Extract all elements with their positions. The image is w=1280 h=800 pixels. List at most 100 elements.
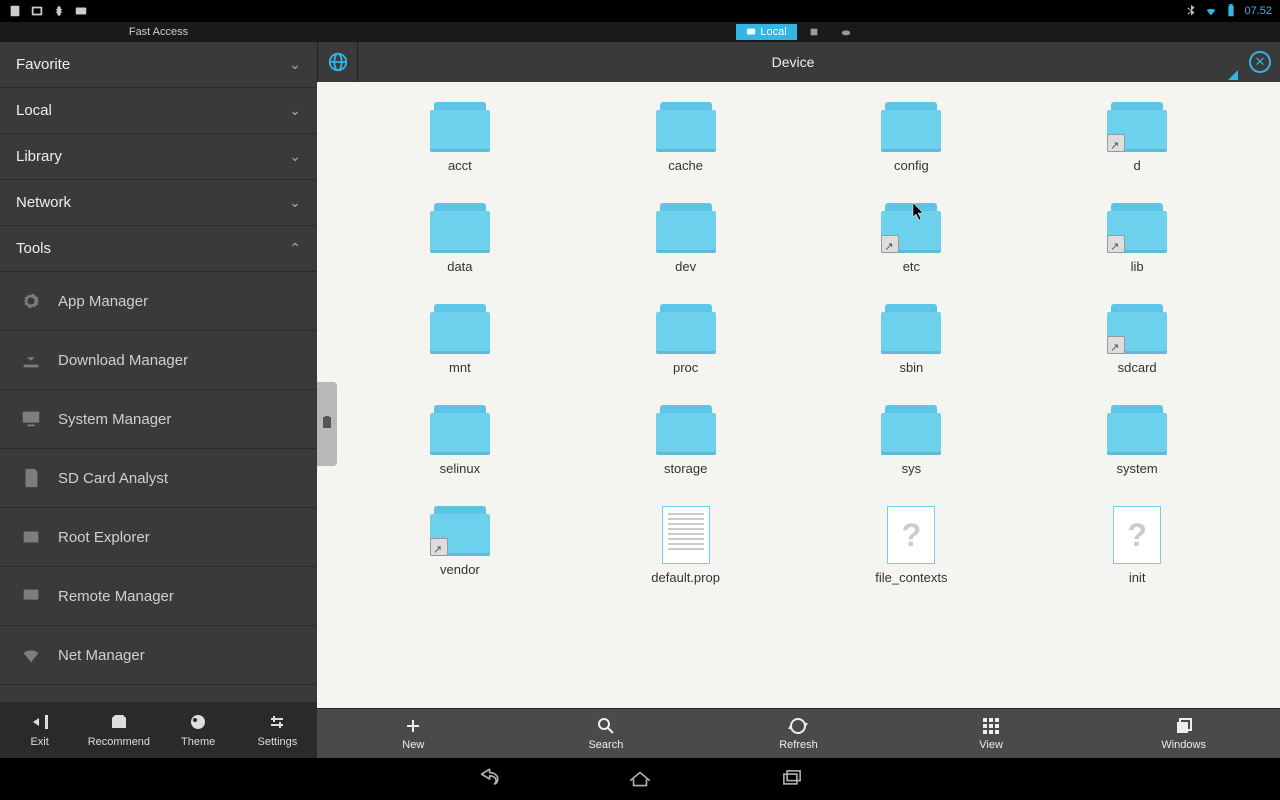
file-item[interactable]: config [809,102,1015,173]
file-item[interactable]: ? file_contexts [809,506,1015,585]
tool-system-manager[interactable]: System Manager [0,390,317,449]
section-label: Tools [16,240,51,257]
tool-net-manager[interactable]: Net Manager [0,626,317,685]
folder-icon [656,405,716,455]
nav-recent[interactable] [776,763,808,795]
android-nav-bar [0,758,1280,800]
path-bar: Device ✕ [317,42,1280,82]
view-button[interactable]: View [895,709,1088,758]
close-button[interactable]: ✕ [1240,42,1280,82]
file-label: selinux [440,461,480,476]
file-item[interactable]: d [1034,102,1240,173]
file-item[interactable]: etc [809,203,1015,274]
chevron-down-icon: ⌄ [289,148,301,165]
sidebar-drag-handle[interactable] [317,382,337,466]
file-item[interactable]: sys [809,405,1015,476]
sidebar-section-library[interactable]: Library ⌄ [0,134,317,180]
refresh-button[interactable]: Refresh [702,709,895,758]
file-label: system [1117,461,1158,476]
search-button[interactable]: Search [510,709,703,758]
tool-label: Root Explorer [58,529,150,546]
android-status-bar: 07.52 [0,0,1280,22]
theme-icon [188,712,208,732]
tool-sd-card-analyst[interactable]: SD Card Analyst [0,449,317,508]
chevron-down-icon: ⌄ [289,56,301,73]
file-item[interactable]: vendor [357,506,563,585]
folder-icon [1107,102,1167,152]
path-title[interactable]: Device [358,54,1228,70]
file-label: dev [675,259,696,274]
file-item[interactable]: selinux [357,405,563,476]
windows-button[interactable]: Windows [1087,709,1280,758]
file-item[interactable]: cache [583,102,789,173]
device-icon[interactable] [318,42,358,82]
sidebar-section-favorite[interactable]: Favorite⌄ [0,42,317,88]
sidebar-exit-button[interactable]: Exit [0,702,79,758]
file-label: storage [664,461,707,476]
file-label: acct [448,158,472,173]
system-icon [20,408,42,430]
sidebar: Favorite⌄Local⌄Library⌄Network⌄Tools⌃ Ap… [0,42,317,758]
sidebar-recommend-button[interactable]: Recommend [79,702,158,758]
root-icon [20,526,42,548]
view-icon [981,716,1001,736]
folder-icon [430,203,490,253]
file-label: sys [902,461,922,476]
file-label: file_contexts [875,570,947,585]
button-label: Recommend [88,736,150,748]
tab-cloud[interactable] [831,24,861,40]
path-dropdown-icon[interactable] [1228,42,1240,82]
file-item[interactable]: sbin [809,304,1015,375]
tool-label: System Manager [58,411,171,428]
tool-remote-manager[interactable]: Remote Manager [0,567,317,626]
document-icon [662,506,710,564]
file-item[interactable]: sdcard [1034,304,1240,375]
file-label: etc [903,259,920,274]
tool-download-manager[interactable]: Download Manager [0,331,317,390]
tab-local[interactable]: Local [736,24,796,40]
sidebar-settings-button[interactable]: Settings [238,702,317,758]
nav-home[interactable] [624,763,656,795]
file-label: d [1134,158,1141,173]
file-item[interactable]: lib [1034,203,1240,274]
folder-icon [881,102,941,152]
file-item[interactable]: dev [583,203,789,274]
status-icon [74,4,88,18]
recommend-icon [109,712,129,732]
file-item[interactable]: data [357,203,563,274]
file-item[interactable]: proc [583,304,789,375]
folder-icon [656,304,716,354]
tab-bar: Fast Access Local [0,22,1280,42]
file-item[interactable]: default.prop [583,506,789,585]
section-label: Library [16,148,62,165]
file-item[interactable]: acct [357,102,563,173]
status-icon [52,4,66,18]
file-label: cache [668,158,703,173]
tool-app-manager[interactable]: App Manager [0,272,317,331]
new-button[interactable]: New [317,709,510,758]
sidebar-section-local[interactable]: Local ⌄ [0,88,317,134]
button-label: New [402,739,424,751]
chevron-down-icon: ⌄ [289,102,301,119]
folder-icon [430,506,490,556]
tab-secondary[interactable] [799,24,829,40]
file-item[interactable]: mnt [357,304,563,375]
bluetooth-icon [1184,4,1198,18]
nav-back[interactable] [472,763,504,795]
sidebar-section-tools[interactable]: Tools ⌃ [0,226,317,272]
file-item[interactable]: system [1034,405,1240,476]
sidebar-section-network[interactable]: Network⌄ [0,180,317,226]
section-label: Network [16,194,71,211]
file-item[interactable]: ?init [1034,506,1240,585]
file-label: sbin [899,360,923,375]
button-label: Theme [181,736,215,748]
tool-root-explorer[interactable]: Root Explorer [0,508,317,567]
folder-icon [656,102,716,152]
sidebar-theme-button[interactable]: Theme [159,702,238,758]
section-label: Local [16,102,52,119]
chevron-up-icon: ⌃ [289,240,301,257]
sdcard-icon [20,467,42,489]
folder-icon [881,405,941,455]
unknown-file-icon: ? [887,506,935,564]
file-item[interactable]: storage [583,405,789,476]
